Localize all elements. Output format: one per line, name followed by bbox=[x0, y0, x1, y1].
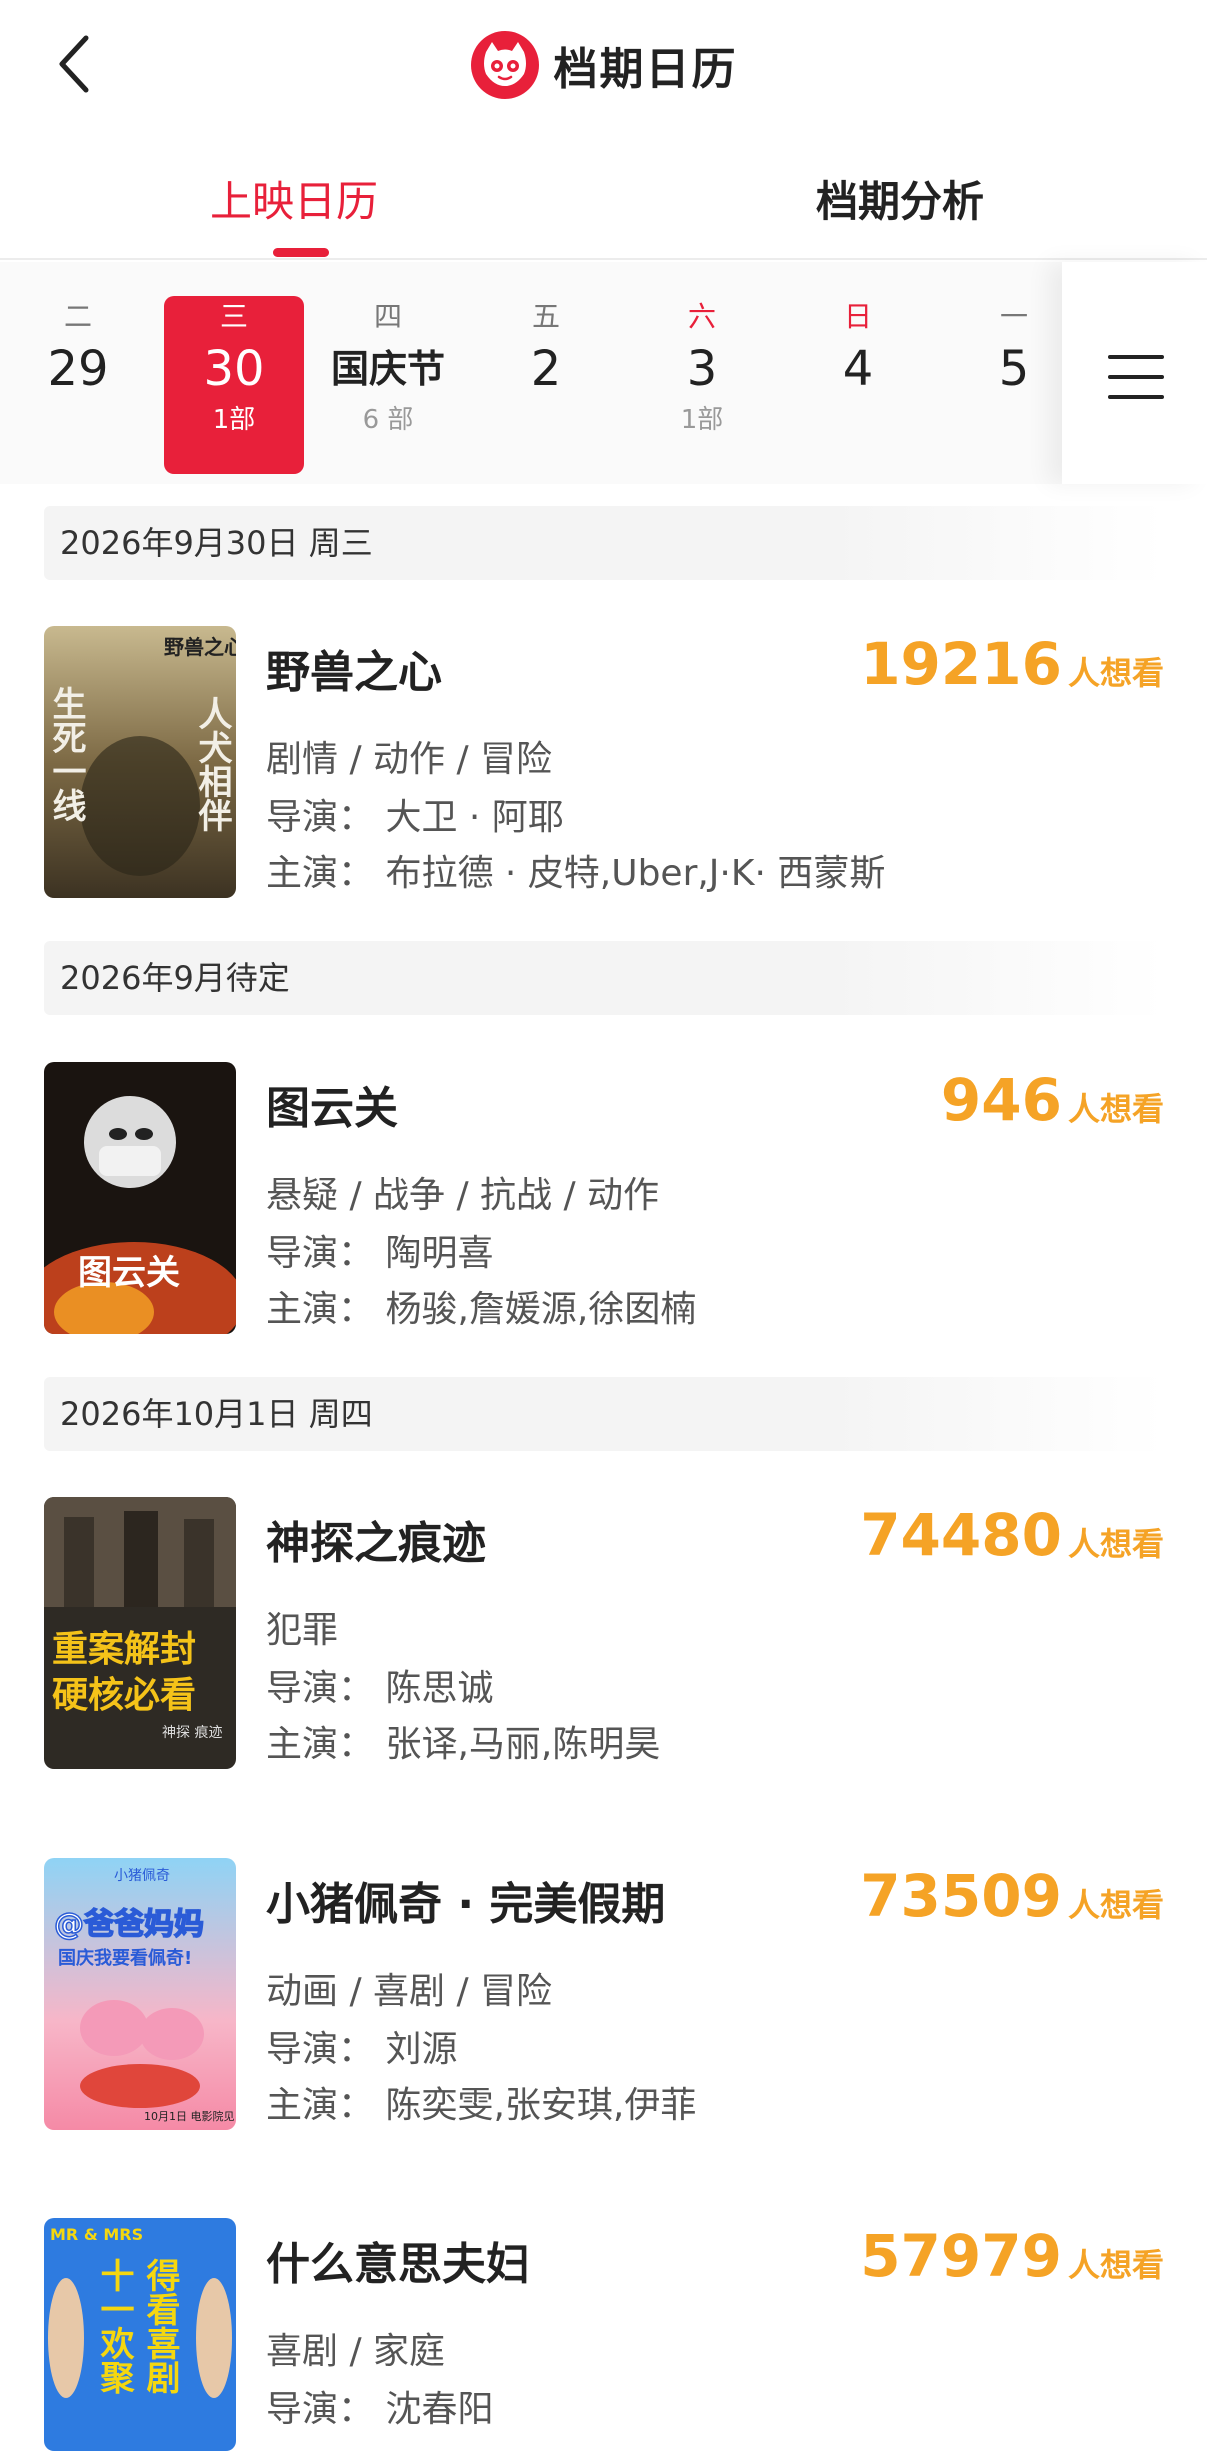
tab-release-calendar[interactable]: 上映日历 bbox=[210, 168, 378, 229]
want-label: 人想看 bbox=[1067, 1886, 1164, 1924]
movie-item[interactable]: 图云关 图云关 946 人想看 悬疑 / 战争 / 抗战 / 动作 导演： 陶明… bbox=[44, 1062, 1164, 1334]
date-item[interactable]: 六 3 1部 bbox=[632, 296, 772, 476]
date-weekday: 四 bbox=[373, 300, 402, 333]
tab-schedule-analysis[interactable]: 档期分析 bbox=[816, 168, 984, 229]
movie-item[interactable]: 野兽之心 生死一线 人犬相伴 野兽之心 19216 人想看 剧情 / 动作 / … bbox=[44, 626, 1164, 898]
svg-text:MR & MRS: MR & MRS bbox=[50, 2225, 143, 2244]
movie-genre: 动画 / 喜剧 / 冒险 bbox=[266, 1971, 553, 2012]
movie-director: 导演： 陈思诚 bbox=[266, 1668, 494, 1709]
date-item[interactable]: 四 国庆节 6 部 bbox=[318, 296, 458, 476]
movie-director: 导演： 沈春阳 bbox=[266, 2389, 494, 2430]
top-bar: 档期日历 bbox=[0, 0, 1207, 130]
svg-text:人犬相伴: 人犬相伴 bbox=[192, 696, 233, 832]
movie-poster: 图云关 bbox=[44, 1062, 236, 1334]
date-weekday: 日 bbox=[843, 300, 872, 333]
svg-text:生死一线: 生死一线 bbox=[46, 686, 86, 822]
menu-icon bbox=[1108, 355, 1164, 399]
movie-director: 导演： 陶明喜 bbox=[266, 1233, 494, 1274]
date-item[interactable]: 日 4 bbox=[788, 296, 928, 476]
date-count bbox=[788, 400, 928, 440]
movie-poster: 野兽之心 生死一线 人犬相伴 bbox=[44, 626, 236, 898]
date-number: 2 bbox=[530, 341, 562, 397]
want-count: 73509 bbox=[860, 1862, 1062, 1930]
svg-text:十一欢聚: 十一欢聚 bbox=[94, 2258, 135, 2395]
svg-text:硬核必看: 硬核必看 bbox=[52, 1675, 196, 1716]
want-label: 人想看 bbox=[1067, 1090, 1164, 1128]
date-count: 1部 bbox=[212, 405, 256, 435]
date-weekday: 六 bbox=[687, 300, 716, 333]
want-to-see: 74480 人想看 bbox=[860, 1501, 1164, 1569]
movie-cast: 主演： 陈奕雯,张安琪,伊菲 bbox=[266, 2085, 697, 2126]
movie-genre: 喜剧 / 家庭 bbox=[266, 2331, 446, 2372]
want-to-see: 19216 人想看 bbox=[860, 630, 1164, 698]
calendar-menu-button[interactable] bbox=[1062, 262, 1207, 484]
svg-text:神探 痕迹: 神探 痕迹 bbox=[162, 1725, 222, 1741]
movie-genre: 剧情 / 动作 / 冒险 bbox=[266, 739, 553, 780]
date-weekday: 三 bbox=[219, 300, 248, 333]
movie-title: 神探之痕迹 bbox=[266, 1518, 486, 1569]
movie-genre: 悬疑 / 战争 / 抗战 / 动作 bbox=[266, 1175, 660, 1216]
svg-text:得看喜剧: 得看喜剧 bbox=[140, 2258, 181, 2394]
date-weekday: 二 bbox=[63, 300, 92, 333]
svg-text:图云关: 图云关 bbox=[78, 1253, 180, 1293]
cat-logo-icon bbox=[470, 31, 539, 99]
movie-cast: 主演： 张译,马丽,陈明昊 bbox=[266, 1724, 661, 1765]
date-number: 29 bbox=[47, 341, 109, 397]
want-label: 人想看 bbox=[1067, 1525, 1164, 1563]
date-count bbox=[476, 400, 616, 440]
movie-director: 导演： 大卫 · 阿耶 bbox=[266, 797, 564, 838]
date-number: 国庆节 bbox=[330, 347, 445, 391]
date-item[interactable]: 五 2 bbox=[476, 296, 616, 476]
movie-poster: 重案解封 硬核必看 神探 痕迹 bbox=[44, 1497, 236, 1769]
want-count: 946 bbox=[940, 1066, 1062, 1134]
movie-cast: 主演： 杨骏,詹媛源,徐囡楠 bbox=[266, 1289, 697, 1330]
title-group: 档期日历 bbox=[0, 24, 1207, 106]
svg-text:小猪佩奇: 小猪佩奇 bbox=[114, 1867, 170, 1884]
svg-text:野兽之心: 野兽之心 bbox=[164, 635, 236, 659]
active-tab-indicator bbox=[273, 248, 329, 257]
date-section-header: 2026年9月30日 周三 bbox=[44, 506, 1164, 580]
date-section-header: 2026年9月待定 bbox=[44, 941, 1164, 1015]
movie-title: 图云关 bbox=[266, 1083, 398, 1134]
date-number: 30 bbox=[203, 341, 265, 397]
movie-poster: 小猪佩奇 @爸爸妈妈 国庆我要看佩奇! 10月1日 电影院见 bbox=[44, 1858, 236, 2130]
movie-poster: MR & MRS 十一欢聚 得看喜剧 bbox=[44, 2218, 236, 2451]
date-number: 3 bbox=[686, 341, 718, 397]
svg-text:10月1日 电影院见: 10月1日 电影院见 bbox=[144, 2109, 235, 2123]
date-strip: 二 29 三 30 1部 四 国庆节 6 部 五 2 六 3 1部 日 4 一 … bbox=[0, 262, 1207, 484]
want-count: 57979 bbox=[860, 2222, 1062, 2290]
movie-title: 小猪佩奇 · 完美假期 bbox=[266, 1879, 666, 1930]
movie-genre: 犯罪 bbox=[266, 1610, 339, 1651]
date-item-selected[interactable]: 三 30 1部 bbox=[164, 296, 304, 474]
want-to-see: 57979 人想看 bbox=[860, 2222, 1164, 2290]
page-title: 档期日历 bbox=[553, 44, 738, 95]
movie-item[interactable]: MR & MRS 十一欢聚 得看喜剧 什么意思夫妇 57979 人想看 喜剧 /… bbox=[44, 2218, 1164, 2451]
date-count bbox=[8, 400, 148, 440]
movie-item[interactable]: 小猪佩奇 @爸爸妈妈 国庆我要看佩奇! 10月1日 电影院见 小猪佩奇 · 完美… bbox=[44, 1858, 1164, 2130]
date-weekday: 五 bbox=[531, 300, 560, 333]
movie-director: 导演： 刘源 bbox=[266, 2029, 458, 2070]
date-section-header: 2026年10月1日 周四 bbox=[44, 1377, 1164, 1451]
tab-bar: 上映日历 档期分析 bbox=[0, 130, 1207, 260]
movie-title: 什么意思夫妇 bbox=[266, 2239, 530, 2290]
date-number: 4 bbox=[842, 341, 874, 397]
want-label: 人想看 bbox=[1067, 654, 1164, 692]
svg-text:@爸爸妈妈: @爸爸妈妈 bbox=[54, 1907, 204, 1942]
want-to-see: 946 人想看 bbox=[941, 1066, 1164, 1134]
movie-item[interactable]: 重案解封 硬核必看 神探 痕迹 神探之痕迹 74480 人想看 犯罪 导演： 陈… bbox=[44, 1497, 1164, 1769]
want-count: 74480 bbox=[860, 1501, 1062, 1569]
want-count: 19216 bbox=[860, 630, 1062, 698]
movie-cast: 主演： 布拉德 · 皮特,Uber,J·K· 西蒙斯 bbox=[266, 853, 886, 894]
svg-text:重案解封: 重案解封 bbox=[52, 1629, 196, 1670]
date-count: 1部 bbox=[680, 405, 724, 435]
want-label: 人想看 bbox=[1067, 2246, 1164, 2284]
date-item[interactable]: 二 29 bbox=[8, 296, 148, 476]
movie-title: 野兽之心 bbox=[266, 647, 442, 698]
date-count: 6 部 bbox=[362, 405, 414, 435]
svg-text:国庆我要看佩奇!: 国庆我要看佩奇! bbox=[58, 1947, 192, 1969]
want-to-see: 73509 人想看 bbox=[860, 1862, 1164, 1930]
